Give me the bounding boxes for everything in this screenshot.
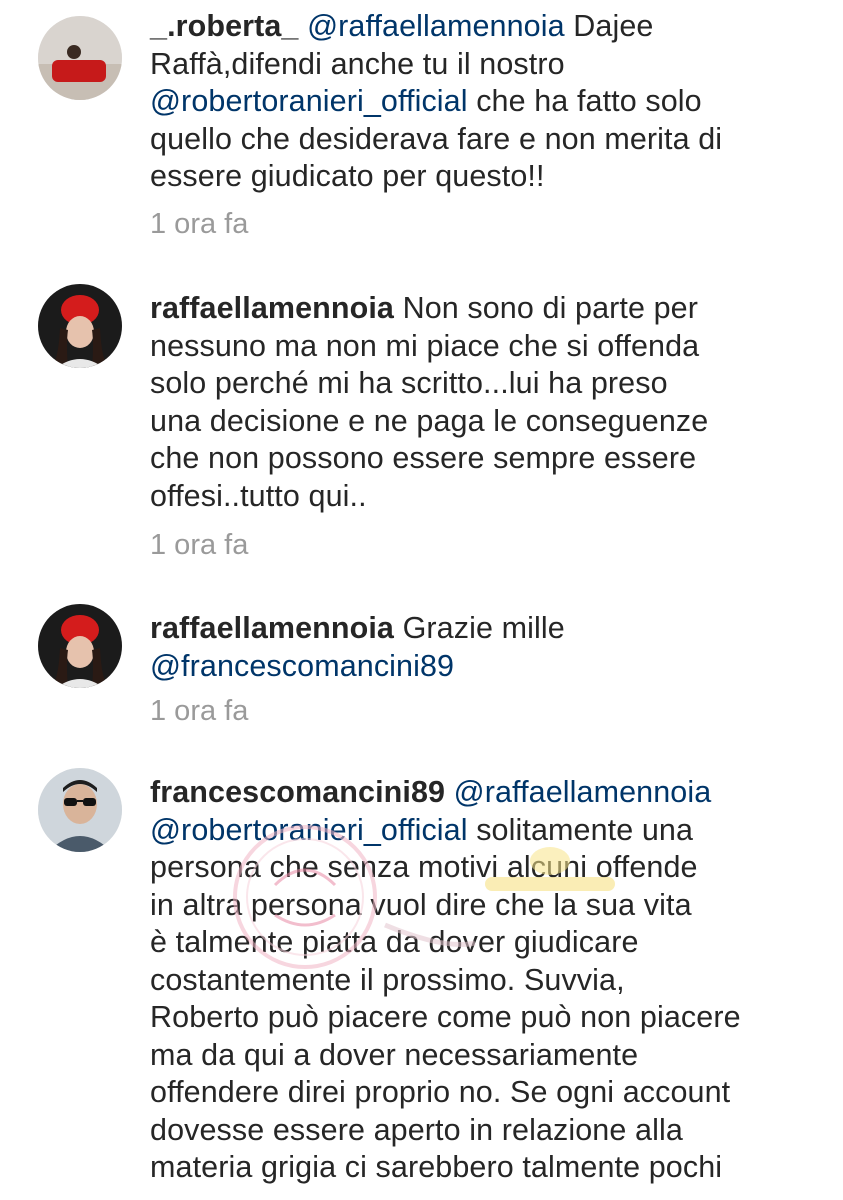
comment-body-text: offendere direi proprio no. Se ogni acco…	[150, 1075, 731, 1109]
comment-line: una decisione e ne paga le conseguenze	[150, 403, 800, 441]
avatar-image	[38, 16, 122, 100]
avatar[interactable]	[38, 768, 122, 852]
mention-link[interactable]: @raffaellamennoia	[454, 775, 712, 809]
comment-line: nessuno ma non mi piace che si offenda	[150, 328, 800, 366]
mention-link[interactable]: @robertoranieri_official	[150, 813, 468, 847]
comment-line: Roberto può piacere come può non piacere	[150, 999, 800, 1037]
mention-link[interactable]: @francescomancini89	[150, 649, 454, 683]
comment-line: offendere direi proprio no. Se ogni acco…	[150, 1074, 800, 1112]
avatar-image	[38, 604, 122, 688]
comment-body-text: solitamente una	[467, 812, 694, 847]
comment-line: @robertoranieri_official solitamente una	[150, 812, 800, 850]
comment-body-text: costantemente il prossimo. Suvvia,	[150, 962, 625, 997]
comment-body-text: persona che senza motivi alcuni offende	[150, 850, 698, 884]
comment-line: costantemente il prossimo. Suvvia,	[150, 962, 800, 1000]
comment-username[interactable]: raffaellamennoia	[150, 291, 394, 325]
comment-line: quello che desiderava fare e non merita …	[150, 121, 800, 159]
comment-body-text: materia grigia ci sarebbero talmente poc…	[150, 1150, 723, 1184]
comment-line: dovesse essere aperto in relazione alla	[150, 1112, 800, 1150]
comment-line: che non possono essere sempre essere	[150, 440, 800, 478]
comment-body-text: una decisione e ne paga le conseguenze	[150, 403, 709, 438]
comment-body-text: essere giudicato per questo!!	[150, 159, 545, 193]
comment-body-text: Dajee	[564, 9, 654, 43]
comment-username[interactable]: francescomancini89	[150, 775, 445, 809]
mention-link[interactable]: @robertoranieri_official	[150, 84, 468, 118]
comment-body-text: dovesse essere aperto in relazione alla	[150, 1112, 683, 1147]
comment-body-text: Raffà,difendi anche tu il nostro	[150, 46, 565, 81]
comment-body-text: quello che desiderava fare e non merita …	[150, 121, 723, 156]
avatar-image	[38, 284, 122, 368]
comment-body-text: Roberto può piacere come può non piacere	[150, 1000, 741, 1034]
comment-timestamp: 1 ora fa	[150, 529, 249, 561]
comment-line: è talmente piatta da dover giudicare	[150, 924, 800, 962]
comment-body-text: ma da qui a dover necessariamente	[150, 1037, 639, 1072]
comment-text: raffaellamennoia Non sono di parte per ne…	[150, 290, 800, 515]
comment-username[interactable]: raffaellamennoia	[150, 611, 394, 645]
comment-body-text: in altra persona vuol dire che la sua vi…	[150, 887, 692, 922]
comment-body-text: che non possono essere sempre essere	[150, 441, 697, 475]
comment-body-text	[298, 9, 307, 43]
comment-text: _.roberta_ @raffaellamennoia Dajee Raffà,…	[150, 8, 800, 196]
comment-body-text: Grazie mille	[394, 611, 565, 645]
comment-body-text: Non sono di parte per	[394, 291, 698, 325]
comment-line: raffaellamennoia Grazie mille	[150, 610, 800, 648]
comment-line: essere giudicato per questo!!	[150, 158, 800, 196]
comment-line: in altra persona vuol dire che la sua vi…	[150, 887, 800, 925]
comment-body-text: solo perché mi ha scritto...lui ha preso	[150, 366, 668, 400]
comment-body-text: offesi..tutto qui..	[150, 478, 367, 513]
comment-text: raffaellamennoia Grazie mille @francescom…	[150, 610, 800, 685]
comment-line: offesi..tutto qui..	[150, 478, 800, 516]
mention-link[interactable]: @raffaellamennoia	[307, 9, 565, 43]
comment-line: persona che senza motivi alcuni offende	[150, 849, 800, 887]
avatar[interactable]	[38, 16, 122, 100]
comment-body-text: nessuno ma non mi piace che si offenda	[150, 328, 700, 363]
comment-line: materia grigia ci sarebbero talmente poc…	[150, 1149, 800, 1187]
comment-username[interactable]: _.roberta_	[150, 9, 298, 43]
comment-line: solo perché mi ha scritto...lui ha preso	[150, 365, 800, 403]
comment-line: francescomancini89 @raffaellamennoia	[150, 774, 800, 812]
comment-line: @robertoranieri_official che ha fatto so…	[150, 83, 800, 121]
comment-timestamp: 1 ora fa	[150, 208, 249, 240]
avatar[interactable]	[38, 284, 122, 368]
comment-body-text: è talmente piatta da dover giudicare	[150, 925, 639, 959]
comment-body-text	[445, 775, 454, 809]
avatar[interactable]	[38, 604, 122, 688]
comment-line: Raffà,difendi anche tu il nostro	[150, 46, 800, 84]
comment-line: raffaellamennoia Non sono di parte per	[150, 290, 800, 328]
comment-text: francescomancini89 @raffaellamennoia @rob…	[150, 774, 800, 1187]
comment-line: ma da qui a dover necessariamente	[150, 1037, 800, 1075]
comment-body-text: che ha fatto solo	[467, 84, 702, 118]
comment-line: _.roberta_ @raffaellamennoia Dajee	[150, 8, 800, 46]
avatar-image	[38, 768, 122, 852]
comment-timestamp: 1 ora fa	[150, 695, 249, 727]
comment-line: @francescomancini89	[150, 648, 800, 686]
